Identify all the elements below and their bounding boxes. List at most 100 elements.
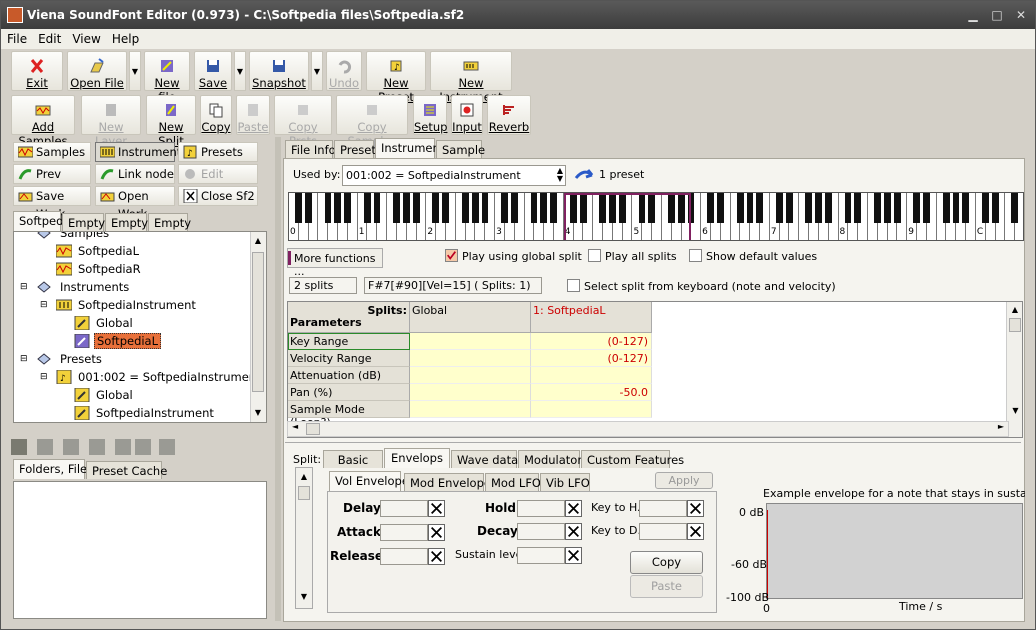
- edit-name-button[interactable]: Edit name: [178, 164, 258, 199]
- piano-black-key[interactable]: [412, 193, 420, 223]
- grid-cell-split[interactable]: [531, 367, 652, 384]
- tab-envelops[interactable]: Envelops: [384, 448, 450, 468]
- piano-black-key[interactable]: [304, 193, 312, 223]
- grid-col-split[interactable]: 1: SoftpediaL: [531, 302, 652, 333]
- sustain-mix-button[interactable]: [565, 547, 582, 564]
- grid-cell-split[interactable]: (0-127): [531, 333, 652, 350]
- collapse-icon[interactable]: ⊟: [40, 300, 48, 310]
- attack-field[interactable]: [380, 524, 428, 541]
- piano-black-key[interactable]: [775, 193, 783, 223]
- piano-black-key[interactable]: [461, 193, 469, 223]
- presets-view-button[interactable]: ♪ Presets: [178, 142, 258, 162]
- snapshot-dropdown[interactable]: ▼: [311, 51, 323, 91]
- decay-field[interactable]: [517, 523, 565, 540]
- key-to-decay-field[interactable]: [639, 523, 687, 540]
- piano-black-key[interactable]: [815, 193, 823, 223]
- copy-file-icon[interactable]: [63, 439, 79, 455]
- piano-black-key[interactable]: [825, 193, 832, 223]
- piano-black-key[interactable]: [707, 193, 715, 223]
- tree-preset[interactable]: 001:002 = SoftpediaInstrument: [78, 370, 261, 384]
- release-field[interactable]: [380, 548, 428, 565]
- used-by-select[interactable]: 001:002 = SoftpediaInstrument ▲ ▼: [342, 165, 566, 186]
- samples-view-button[interactable]: Samples: [13, 142, 91, 162]
- tree-instrument-global[interactable]: Global: [96, 316, 133, 330]
- go-to-preset-icon[interactable]: [574, 166, 594, 184]
- scroll-down-icon[interactable]: ▼: [250, 408, 266, 417]
- piano-black-key[interactable]: [736, 193, 744, 223]
- grid-row-label[interactable]: Key Range: [288, 333, 410, 350]
- tree-selected-split[interactable]: SoftpediaL: [94, 333, 162, 349]
- new-instrument-button[interactable]: New Instrument: [430, 51, 512, 104]
- piano-black-key[interactable]: [952, 193, 960, 223]
- piano-black-key[interactable]: [540, 193, 548, 223]
- collapse-icon[interactable]: ⊟: [20, 354, 28, 364]
- tab-basic[interactable]: Basic: [323, 450, 383, 468]
- close-window-button[interactable]: ✕: [1011, 6, 1031, 24]
- tab-file-info[interactable]: File Info: [285, 140, 336, 158]
- copy-envelope-button[interactable]: Copy: [630, 551, 703, 574]
- tab-sample[interactable]: Sample: [436, 140, 485, 158]
- scroll-down-icon[interactable]: ▼: [296, 592, 312, 601]
- piano-black-key[interactable]: [923, 193, 930, 223]
- piano-black-key[interactable]: [373, 193, 381, 223]
- piano-black-key[interactable]: [746, 193, 754, 223]
- release-mix-button[interactable]: [428, 548, 445, 565]
- delete-file-icon[interactable]: [89, 439, 105, 455]
- copy-button[interactable]: Copy: [200, 95, 232, 135]
- piano-black-key[interactable]: [530, 193, 538, 223]
- maximize-button[interactable]: □: [987, 6, 1007, 24]
- prev-node-button[interactable]: Prev node: [13, 164, 91, 199]
- piano-black-key[interactable]: [481, 193, 489, 223]
- piano-black-key[interactable]: [982, 193, 989, 223]
- piano-black-key[interactable]: [785, 193, 793, 223]
- new-file-button[interactable]: New file: [144, 51, 190, 104]
- sustain-field[interactable]: [517, 547, 565, 564]
- open-work-button[interactable]: Open Work: [95, 186, 175, 221]
- piano-black-key[interactable]: [393, 193, 401, 223]
- grid-cell-global[interactable]: [410, 367, 531, 384]
- more-functions-button[interactable]: More functions ...: [287, 248, 383, 278]
- piano-black-key[interactable]: [403, 193, 410, 223]
- tree-instrument[interactable]: SoftpediaInstrument: [78, 298, 196, 312]
- play-all-checkbox[interactable]: [588, 249, 601, 262]
- new-split-button[interactable]: New Split: [146, 95, 196, 148]
- grid-row-label[interactable]: Sample Mode (Loop?): [288, 401, 410, 429]
- rename-icon[interactable]: [37, 439, 53, 455]
- vertical-splitter[interactable]: [275, 137, 281, 621]
- menu-file[interactable]: File: [1, 29, 32, 46]
- scroll-left-icon[interactable]: ◄: [292, 422, 298, 431]
- exit-button[interactable]: Exit: [11, 51, 63, 91]
- play-global-checkbox[interactable]: [445, 249, 458, 262]
- split-scroll-thumb[interactable]: [298, 486, 310, 500]
- undo-button[interactable]: Undo: [326, 51, 362, 91]
- grid-col-global[interactable]: Global: [410, 302, 531, 333]
- piano-black-key[interactable]: [991, 193, 999, 223]
- grid-row-label[interactable]: Velocity Range: [288, 350, 410, 367]
- delay-field[interactable]: [380, 500, 428, 517]
- tree-preset-global[interactable]: Global: [96, 388, 133, 402]
- tab-preset[interactable]: Preset: [334, 140, 376, 158]
- spin-arrows-icon[interactable]: ▲ ▼: [557, 167, 563, 183]
- tab-file-1[interactable]: Softpedi: [13, 211, 67, 231]
- close-sf2-button[interactable]: Close Sf2: [178, 186, 258, 206]
- tab-file-2[interactable]: Empty: [62, 213, 105, 231]
- menu-view[interactable]: View: [66, 29, 105, 46]
- piano-black-key[interactable]: [510, 193, 518, 223]
- tab-file-3[interactable]: Empty: [105, 213, 148, 231]
- grid-cell-split[interactable]: -50.0: [531, 384, 652, 401]
- tab-mod-lfo[interactable]: Mod LFO: [485, 473, 541, 491]
- tree-presets-node[interactable]: Presets: [60, 352, 102, 366]
- tab-custom-features[interactable]: Custom Features: [581, 450, 684, 468]
- save-button[interactable]: Save: [194, 51, 232, 91]
- tab-wave-data[interactable]: Wave data: [451, 450, 518, 468]
- piano-black-key[interactable]: [295, 193, 302, 223]
- piano-black-key[interactable]: [854, 193, 862, 223]
- tab-folders-files[interactable]: Folders, Files: [13, 459, 93, 479]
- convert-icon[interactable]: [135, 439, 151, 455]
- scroll-down-icon[interactable]: ▼: [1007, 406, 1022, 415]
- attack-mix-button[interactable]: [428, 524, 445, 541]
- save-dropdown[interactable]: ▼: [234, 51, 246, 91]
- piano-black-key[interactable]: [324, 193, 332, 223]
- tab-modulators[interactable]: Modulators: [518, 450, 588, 468]
- tab-vol-envelope[interactable]: Vol Envelope: [329, 471, 409, 491]
